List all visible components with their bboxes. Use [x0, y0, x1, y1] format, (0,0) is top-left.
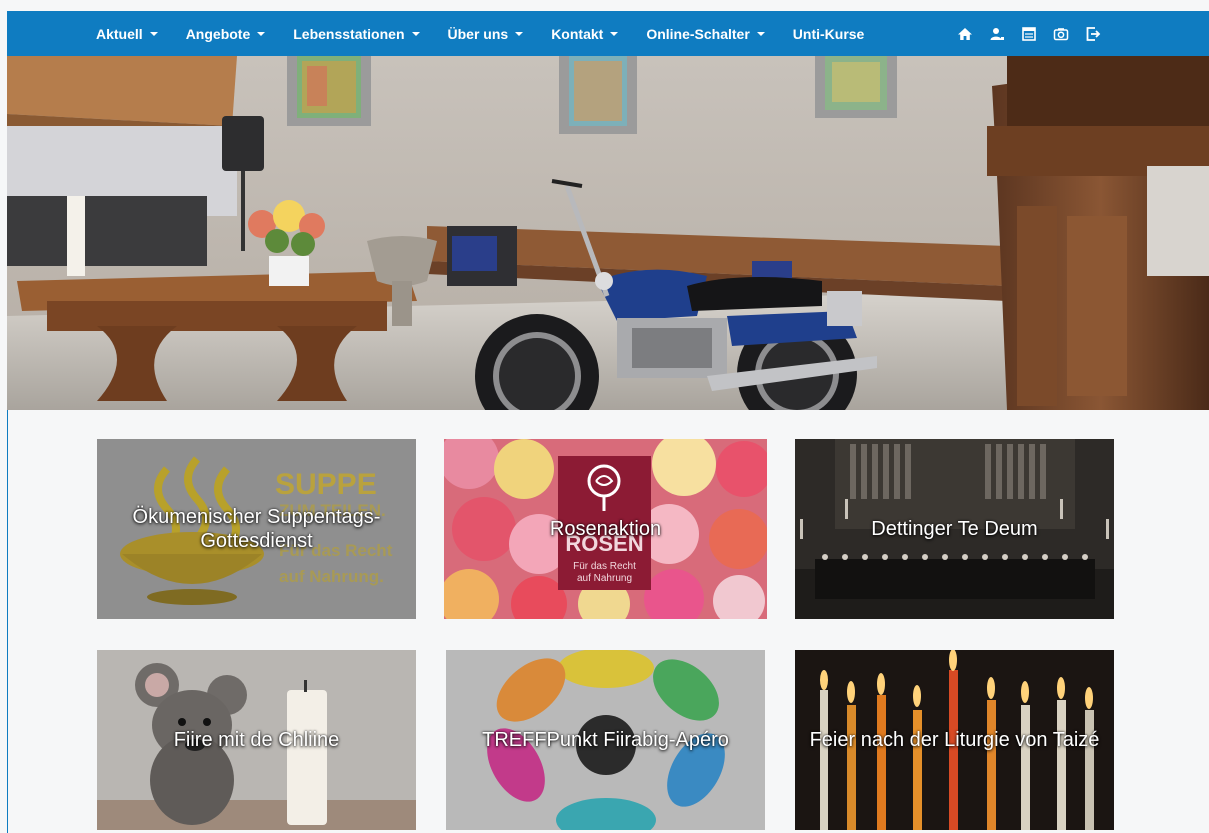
nav-item-lebensstationen[interactable]: Lebensstationen: [293, 25, 420, 42]
home-icon[interactable]: [957, 26, 973, 42]
nav-item-kontakt[interactable]: Kontakt: [551, 25, 619, 42]
nav-item-label: Online-Schalter: [646, 25, 750, 42]
nav-icon-bar: [957, 11, 1117, 56]
nav-item-label: Über uns: [447, 25, 509, 42]
church-interior-motorcycle-image: [7, 56, 1209, 410]
tile-caption: Dettinger Te Deum: [871, 518, 1038, 540]
user-icon[interactable]: [989, 26, 1005, 42]
tile-caption: TREFFPunkt Fiirabig-Apéro: [482, 729, 729, 751]
nav-item-label: Aktuell: [96, 25, 143, 42]
tile-caption: Ökumenischer Suppentags-Gottesdienst: [132, 506, 381, 552]
calendar-icon[interactable]: [1021, 26, 1037, 42]
nav-item-label: Angebote: [185, 25, 251, 42]
tile-image-text: Für das Recht: [573, 561, 636, 572]
tile-caption: Fiire mit de Chliine: [173, 729, 340, 751]
chevron-down-icon: [411, 31, 420, 36]
chevron-down-icon: [515, 31, 524, 36]
tile-taize[interactable]: Feier nach der Liturgie von Taizé: [795, 650, 1114, 830]
chevron-down-icon: [756, 31, 765, 36]
hero-banner: [7, 56, 1209, 410]
nav-menu: Aktuell Angebote Lebensstationen Über un…: [96, 11, 892, 56]
tile-dettinger-te-deum[interactable]: Dettinger Te Deum: [795, 439, 1114, 619]
tile-suppentag[interactable]: SUPPE ZUM TEILEN. Für das Recht auf Nahr…: [97, 439, 416, 619]
tile-rosenaktion[interactable]: ROSEN Für das Recht auf Nahrung Rosenakt…: [444, 439, 767, 619]
main-navbar: Aktuell Angebote Lebensstationen Über un…: [7, 11, 1209, 56]
tile-fiire-mit-de-chliine[interactable]: Fiire mit de Chliine: [97, 650, 416, 830]
tile-treffpunkt[interactable]: TREFFPunkt Fiirabig-Apéro: [446, 650, 765, 830]
chevron-down-icon: [610, 31, 619, 36]
nav-item-label: Unti-Kurse: [792, 25, 865, 42]
chevron-down-icon: [257, 31, 266, 36]
logout-icon[interactable]: [1085, 26, 1101, 42]
camera-icon[interactable]: [1053, 26, 1069, 42]
nav-item-ueber-uns[interactable]: Über uns: [448, 26, 524, 42]
nav-item-label: Kontakt: [551, 25, 604, 42]
nav-item-label: Lebensstationen: [293, 25, 405, 42]
nav-item-online-schalter[interactable]: Online-Schalter: [646, 25, 765, 42]
tile-image-text: SUPPE: [275, 468, 377, 501]
nav-item-angebote[interactable]: Angebote: [186, 26, 266, 42]
nav-item-unti-kurse[interactable]: Unti-Kurse: [793, 26, 865, 42]
nav-item-aktuell[interactable]: Aktuell: [96, 26, 158, 42]
chevron-down-icon: [149, 31, 158, 36]
tile-image-text: auf Nahrung.: [279, 567, 384, 586]
tile-caption: Rosenaktion: [549, 518, 662, 540]
tile-image-text: auf Nahrung: [576, 573, 633, 584]
page-border: [7, 410, 8, 833]
tile-caption: Feier nach der Liturgie von Taizé: [809, 729, 1100, 751]
